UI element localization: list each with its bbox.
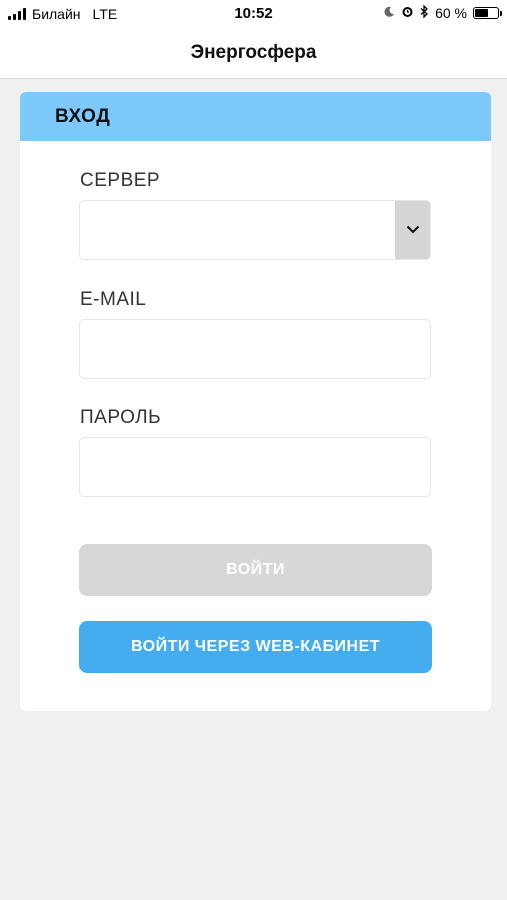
login-button[interactable]: ВОЙТИ: [79, 544, 432, 596]
password-field[interactable]: [79, 437, 431, 497]
status-bar: Билайн LTE 10:52 60 %: [0, 0, 507, 28]
login-card-header: ВХОД: [20, 92, 491, 141]
status-right: 60 %: [383, 4, 502, 21]
battery-icon: [473, 7, 502, 19]
server-input[interactable]: [80, 201, 430, 259]
battery-percent: 60 %: [435, 5, 467, 21]
server-select[interactable]: [79, 200, 431, 260]
bluetooth-icon: [420, 4, 429, 21]
chevron-down-icon: [406, 221, 420, 239]
password-input[interactable]: [80, 438, 430, 496]
alarm-icon: [401, 5, 414, 21]
navigation-bar: Энергосфера: [0, 28, 507, 79]
web-login-button[interactable]: ВОЙТИ ЧЕРЕЗ WEB-КАБИНЕТ: [79, 621, 432, 673]
email-label: E-MAIL: [80, 289, 147, 310]
app-title: Энергосфера: [190, 42, 317, 63]
password-label: ПАРОЛЬ: [80, 407, 162, 428]
server-label: СЕРВЕР: [80, 170, 161, 191]
login-card: ВХОД СЕРВЕР E-MAIL ПАРОЛЬ ВОЙТИ ВОЙТИ ЧЕ…: [20, 92, 491, 711]
moon-icon: [383, 5, 395, 21]
email-input[interactable]: [80, 320, 430, 378]
server-dropdown-button[interactable]: [395, 201, 430, 259]
email-field[interactable]: [79, 319, 431, 379]
login-header-title: ВХОД: [55, 105, 111, 127]
